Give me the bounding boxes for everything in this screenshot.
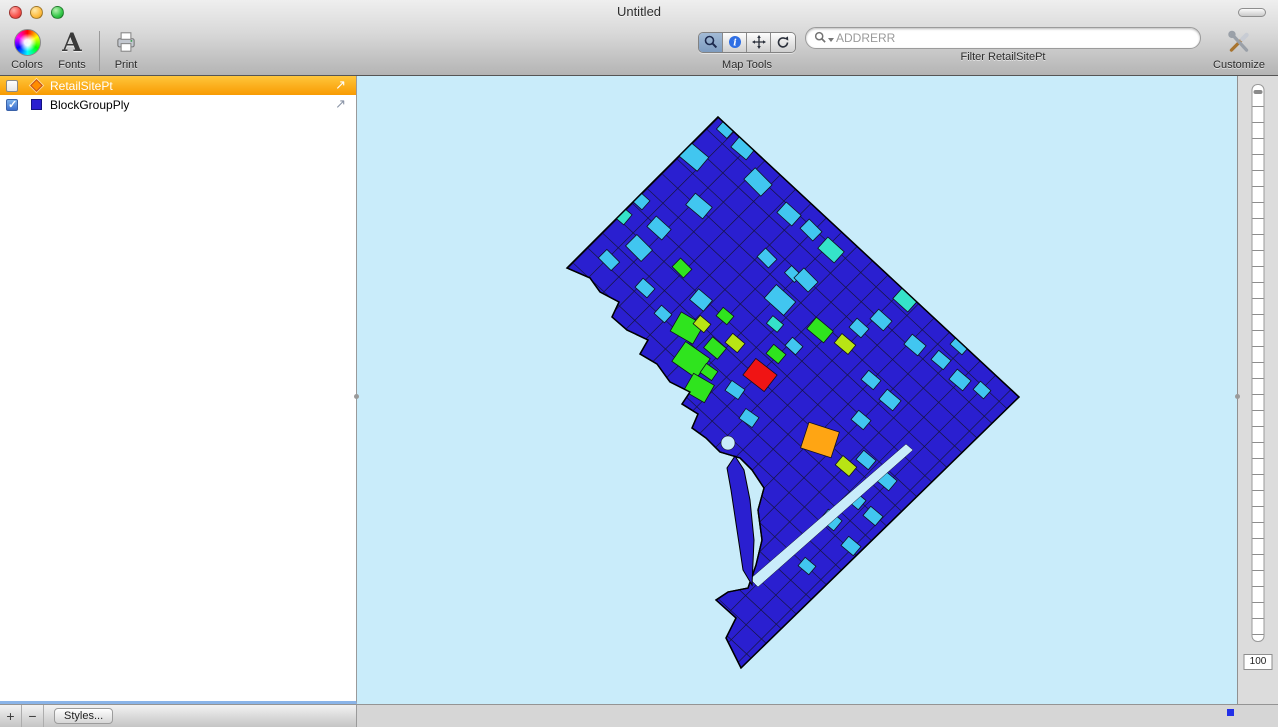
- info-tool-segment[interactable]: i: [723, 33, 747, 52]
- rotate-icon: [775, 34, 791, 50]
- filter-label: Filter RetailSitePt: [961, 51, 1046, 63]
- layer-row-blockgroupply[interactable]: BlockGroupPly ↗: [0, 95, 356, 114]
- divider: [43, 705, 44, 727]
- customize-label: Customize: [1213, 59, 1265, 71]
- search-scope-caret: [828, 38, 834, 42]
- color-wheel-icon: [14, 29, 41, 56]
- tools-icon: [1225, 29, 1253, 55]
- pan-icon: [751, 34, 767, 50]
- layer-zoom-to-icon[interactable]: ↗: [335, 78, 346, 93]
- status-bar-right: [357, 704, 1278, 727]
- map-canvas[interactable]: [357, 76, 1237, 704]
- layer-name: RetailSitePt: [50, 79, 335, 93]
- zoom-slider[interactable]: [1252, 84, 1265, 642]
- svg-text:i: i: [733, 39, 737, 49]
- layer-visibility-checkbox[interactable]: [6, 80, 18, 92]
- zoom-slider-ticks: [1253, 91, 1264, 637]
- fonts-label: Fonts: [58, 59, 86, 71]
- splitter-handle[interactable]: [1235, 394, 1240, 399]
- layer-zoom-to-icon[interactable]: ↗: [335, 97, 346, 112]
- app-window: Untitled Colors A Fonts: [0, 0, 1278, 727]
- layer-row-retailsitept[interactable]: RetailSitePt ↗: [0, 76, 356, 95]
- info-icon: i: [727, 34, 743, 50]
- rotate-tool-segment[interactable]: [771, 33, 795, 52]
- toolbar-separator: [99, 31, 100, 71]
- tidal-basin: [721, 436, 735, 450]
- zoom-value-field[interactable]: 100: [1244, 654, 1273, 670]
- search-icon[interactable]: [814, 31, 834, 44]
- splitter-handle[interactable]: [354, 394, 359, 399]
- pan-tool-segment[interactable]: [747, 33, 771, 52]
- zoom-tool-segment[interactable]: [699, 33, 723, 52]
- fonts-icon: A: [62, 29, 81, 56]
- status-bar: + − Styles...: [0, 704, 1278, 727]
- magnifier-icon: [703, 34, 719, 50]
- print-label: Print: [115, 59, 138, 71]
- toolbar: Colors A Fonts Print: [0, 25, 1278, 76]
- filter-group: Filter RetailSitePt: [805, 27, 1201, 63]
- map-tools-label: Map Tools: [722, 59, 772, 71]
- layer-list-toolbar: + − Styles...: [0, 704, 357, 727]
- zoom-control-strip: 100: [1237, 76, 1278, 704]
- map-tools-segmented-control: i: [698, 32, 796, 53]
- content-area: RetailSitePt ↗ BlockGroupPly ↗: [0, 76, 1278, 704]
- map-svg: [357, 76, 1237, 704]
- styles-button[interactable]: Styles...: [54, 708, 113, 724]
- search-input[interactable]: [805, 27, 1201, 49]
- colors-label: Colors: [11, 59, 43, 71]
- zoom-slider-thumb[interactable]: [1254, 90, 1263, 94]
- layer-list: RetailSitePt ↗ BlockGroupPly ↗: [0, 76, 357, 704]
- window-title: Untitled: [0, 4, 1278, 19]
- layer-name: BlockGroupPly: [50, 98, 335, 112]
- colors-button[interactable]: Colors: [4, 27, 50, 71]
- selection-color-swatch: [1227, 709, 1234, 716]
- window-chrome: Untitled Colors A Fonts: [0, 0, 1278, 76]
- add-layer-button[interactable]: +: [0, 706, 21, 727]
- polygon-layer-icon: [31, 99, 42, 110]
- customize-button[interactable]: Customize: [1208, 27, 1270, 71]
- map-tools-group: i: [697, 27, 797, 71]
- print-button[interactable]: Print: [103, 27, 149, 71]
- remove-layer-button[interactable]: −: [22, 706, 43, 727]
- fonts-button[interactable]: A Fonts: [50, 27, 94, 71]
- layer-visibility-checkbox[interactable]: [6, 99, 18, 111]
- titlebar[interactable]: Untitled: [0, 0, 1278, 25]
- hains-point-peninsula: [727, 456, 754, 585]
- point-layer-icon: [30, 79, 43, 92]
- toolbar-toggle-lozenge[interactable]: [1238, 8, 1266, 17]
- printer-icon: [113, 29, 139, 55]
